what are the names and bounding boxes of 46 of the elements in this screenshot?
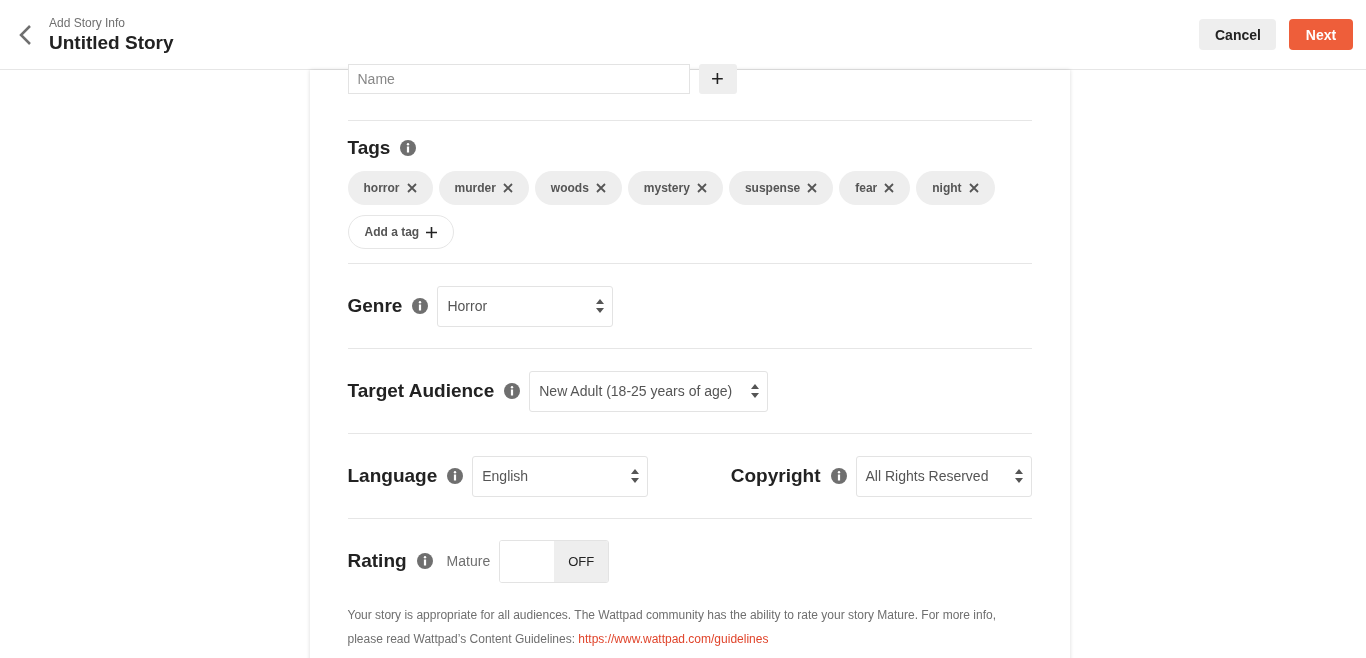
field-label: Target Audience: [347, 380, 495, 402]
tag-chip[interactable]: night: [916, 171, 995, 205]
guidelines-link[interactable]: https://www.wattpad.com/guidelines: [578, 632, 769, 646]
page-subtitle: Add Story Info: [49, 15, 127, 30]
remove-icon[interactable]: [696, 183, 707, 193]
back-icon[interactable]: [18, 23, 32, 46]
story-title: Untitled Story: [49, 31, 174, 54]
mature-toggle[interactable]: OFF: [499, 539, 610, 583]
remove-icon[interactable]: [968, 183, 979, 193]
info-icon[interactable]: [830, 468, 847, 484]
plus-icon: [426, 226, 438, 238]
info-icon[interactable]: [504, 383, 521, 399]
name-input-field[interactable]: Name: [347, 64, 690, 94]
remove-icon[interactable]: [807, 183, 818, 193]
tag-chip[interactable]: horror: [347, 171, 433, 205]
select-dropdown[interactable]: Horror: [437, 285, 614, 327]
remove-icon[interactable]: [502, 183, 513, 193]
sort-arrows-icon: [596, 299, 605, 313]
tags-label: Tags: [347, 137, 391, 159]
sort-arrows-icon: [751, 384, 760, 398]
field-label: Copyright: [730, 465, 821, 487]
field-label: Genre: [347, 295, 403, 317]
cancel-button[interactable]: Cancel: [1199, 19, 1276, 50]
info-icon[interactable]: [400, 140, 417, 156]
toggle-label: Mature: [446, 553, 491, 569]
rating-description: Your story is appropriate for all audiences. The Wattpad community has the ability to rate your story Mature. For more info, please read Wattpad’s Content Guidelines: https://www.wattpad.com/guidelines: [347, 607, 998, 648]
sort-arrows-icon: [1014, 469, 1023, 483]
add-button[interactable]: +: [698, 64, 737, 94]
tag-chip[interactable]: murder: [438, 171, 529, 205]
tag-chip[interactable]: mystery: [627, 171, 723, 205]
select-dropdown[interactable]: English: [472, 455, 649, 497]
info-icon[interactable]: [447, 468, 464, 484]
rating-label: Rating: [347, 550, 407, 572]
tag-chip[interactable]: suspense: [728, 171, 834, 205]
tag-chip[interactable]: fear: [839, 171, 911, 205]
remove-icon[interactable]: [595, 183, 606, 193]
select-dropdown[interactable]: All Rights Reserved: [855, 455, 1032, 497]
select-dropdown[interactable]: New Adult (18-25 years of age): [529, 370, 769, 412]
remove-icon[interactable]: [884, 183, 895, 193]
sort-arrows-icon: [631, 469, 640, 483]
field-label: Language: [347, 465, 438, 487]
info-icon[interactable]: [416, 553, 433, 569]
tag-chip[interactable]: woods: [534, 171, 622, 205]
info-icon[interactable]: [412, 298, 429, 314]
add-tag-button[interactable]: Add a tag: [347, 215, 455, 249]
remove-icon[interactable]: [406, 183, 417, 193]
